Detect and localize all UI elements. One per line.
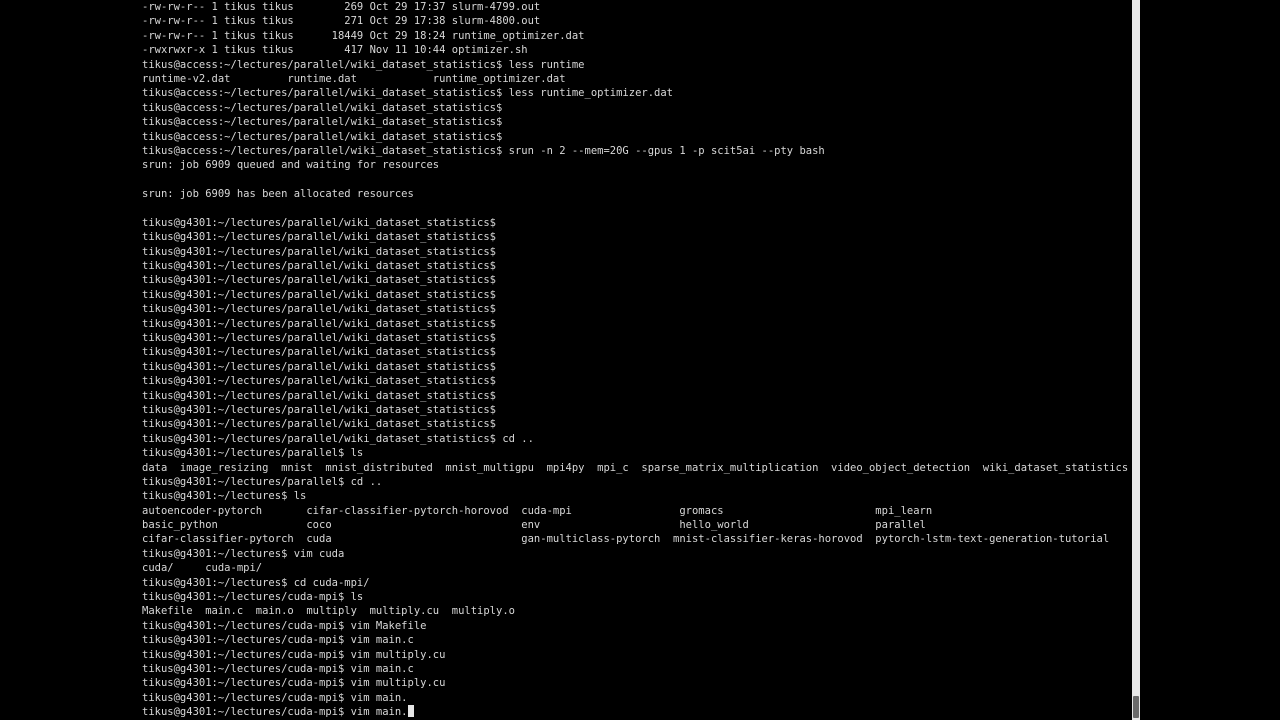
terminal-line: tikus@g4301:~/lectures/parallel/wiki_dat… (142, 360, 497, 373)
terminal-line: tikus@g4301:~/lectures/parallel/wiki_dat… (142, 231, 497, 244)
terminal-line: basic_python coco env hello_world parall… (142, 519, 926, 532)
terminal-line: tikus@g4301:~/lectures/parallel/wiki_dat… (142, 375, 497, 388)
terminal-line: tikus@g4301:~/lectures/parallel/wiki_dat… (142, 418, 497, 431)
terminal-window[interactable]: -rw-rw-r-- 1 tikus tikus 269 Oct 29 17:3… (0, 0, 1280, 720)
terminal-line: tikus@g4301:~/lectures/parallel/wiki_dat… (142, 331, 497, 344)
terminal-line: runtime-v2.dat runtime.dat runtime_optim… (142, 72, 566, 85)
terminal-line: tikus@g4301:~/lectures/cuda-mpi$ vim mai… (142, 634, 414, 647)
scrollbar-thumb[interactable] (1133, 696, 1139, 718)
terminal-line: tikus@g4301:~/lectures/cuda-mpi$ vim mai… (142, 691, 408, 704)
terminal-line: tikus@g4301:~/lectures/parallel/wiki_dat… (142, 288, 497, 301)
terminal-line: -rw-rw-r-- 1 tikus tikus 269 Oct 29 17:3… (142, 1, 541, 13)
terminal-line: autoencoder-pytorch cifar-classifier-pyt… (142, 504, 933, 517)
terminal-line: tikus@g4301:~/lectures/cuda-mpi$ vim mul… (142, 648, 446, 661)
terminal-line: tikus@g4301:~/lectures/parallel/wiki_dat… (142, 216, 497, 229)
terminal-line: data image_resizing mnist mnist_distribu… (142, 461, 1129, 474)
terminal-line: tikus@g4301:~/lectures/cuda-mpi$ vim Mak… (142, 619, 427, 632)
terminal-line: tikus@access:~/lectures/parallel/wiki_da… (142, 58, 585, 71)
terminal-line: tikus@g4301:~/lectures$ cd cuda-mpi/ (142, 576, 370, 589)
terminal-line: tikus@g4301:~/lectures/parallel/wiki_dat… (142, 245, 497, 258)
command-input-line[interactable]: tikus@g4301:~/lectures/cuda-mpi$ vim mai… (142, 705, 1132, 719)
terminal-line: -rw-rw-r-- 1 tikus tikus 18449 Oct 29 18… (142, 29, 585, 42)
terminal-line: tikus@g4301:~/lectures/parallel/wiki_dat… (142, 260, 497, 273)
terminal-line: tikus@access:~/lectures/parallel/wiki_da… (142, 130, 503, 143)
terminal-line: tikus@g4301:~/lectures/parallel/wiki_dat… (142, 432, 534, 445)
terminal-line: tikus@g4301:~/lectures/parallel$ cd .. (142, 475, 383, 488)
terminal-line: tikus@g4301:~/lectures/cuda-mpi$ vim mai… (142, 662, 414, 675)
terminal-line: tikus@g4301:~/lectures/cuda-mpi$ ls (142, 591, 364, 604)
terminal-output: -rw-rw-r-- 1 tikus tikus 269 Oct 29 17:3… (142, 0, 1132, 720)
terminal-line: tikus@g4301:~/lectures/parallel/wiki_dat… (142, 403, 497, 416)
scrollbar[interactable] (1132, 0, 1140, 720)
terminal-line: tikus@g4301:~/lectures/parallel/wiki_dat… (142, 303, 497, 316)
terminal-line: tikus@g4301:~/lectures/parallel/wiki_dat… (142, 274, 497, 287)
terminal-line: cuda/ cuda-mpi/ (142, 562, 263, 575)
terminal-line: -rw-rw-r-- 1 tikus tikus 271 Oct 29 17:3… (142, 15, 541, 28)
text-cursor (407, 705, 414, 718)
terminal-line: tikus@g4301:~/lectures$ ls (142, 490, 307, 503)
terminal-line: tikus@g4301:~/lectures$ vim cuda (142, 547, 345, 560)
terminal-line: srun: job 6909 has been allocated resour… (142, 188, 414, 201)
terminal-line: tikus@g4301:~/lectures/parallel$ ls (142, 447, 364, 460)
terminal-line: tikus@access:~/lectures/parallel/wiki_da… (142, 116, 503, 129)
terminal-line: tikus@access:~/lectures/parallel/wiki_da… (142, 144, 825, 157)
terminal-line: tikus@access:~/lectures/parallel/wiki_da… (142, 87, 674, 100)
terminal-line: tikus@g4301:~/lectures/parallel/wiki_dat… (142, 389, 497, 402)
terminal-line: tikus@g4301:~/lectures/parallel/wiki_dat… (142, 317, 497, 330)
terminal-line: tikus@g4301:~/lectures/cuda-mpi$ vim mul… (142, 677, 446, 690)
terminal-line: Makefile main.c main.o multiply multiply… (142, 605, 515, 618)
terminal-line: tikus@g4301:~/lectures/parallel/wiki_dat… (142, 346, 497, 359)
terminal-line: -rwxrwxr-x 1 tikus tikus 417 Nov 11 10:4… (142, 44, 528, 57)
terminal-line: srun: job 6909 queued and waiting for re… (142, 159, 440, 172)
command-input-text[interactable]: tikus@g4301:~/lectures/cuda-mpi$ vim mai… (142, 706, 408, 718)
terminal-line: tikus@access:~/lectures/parallel/wiki_da… (142, 101, 503, 114)
terminal-line: cifar-classifier-pytorch cuda gan-multic… (142, 533, 1110, 546)
